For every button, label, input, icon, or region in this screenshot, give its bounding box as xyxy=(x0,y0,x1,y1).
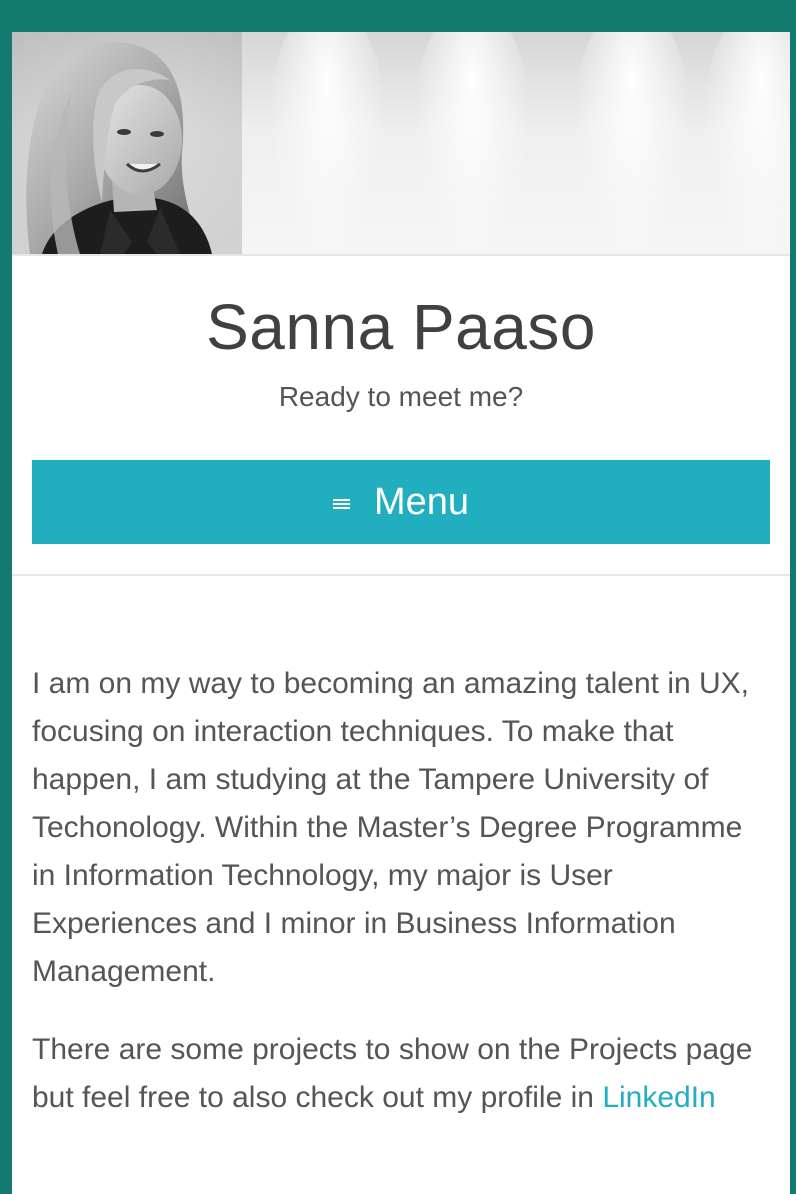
hamburger-icon xyxy=(332,497,350,511)
menu-label: Menu xyxy=(373,481,470,523)
site-tagline: Ready to meet me? xyxy=(278,381,524,412)
menu-toggle-button[interactable]: Menu xyxy=(32,460,770,544)
header-light-spot xyxy=(412,32,532,254)
header-light-spot xyxy=(572,32,692,254)
nav-divider xyxy=(12,574,790,576)
intro-paragraph: I am on my way to becoming an amazing ta… xyxy=(32,667,750,988)
header-divider xyxy=(12,254,790,256)
header-light-spot xyxy=(702,32,790,254)
header-image xyxy=(12,32,790,254)
linkedin-link[interactable]: LinkedIn xyxy=(602,1081,715,1114)
site-title[interactable]: Sanna Paaso xyxy=(12,287,790,367)
profile-portrait xyxy=(12,32,242,254)
page: Sanna Paaso Ready to meet me? Menu I am … xyxy=(12,32,790,1194)
projects-paragraph: There are some projects to show on the P… xyxy=(32,1026,772,1122)
header-light-spot xyxy=(267,32,387,254)
main-content: I am on my way to becoming an amazing ta… xyxy=(32,660,772,1152)
